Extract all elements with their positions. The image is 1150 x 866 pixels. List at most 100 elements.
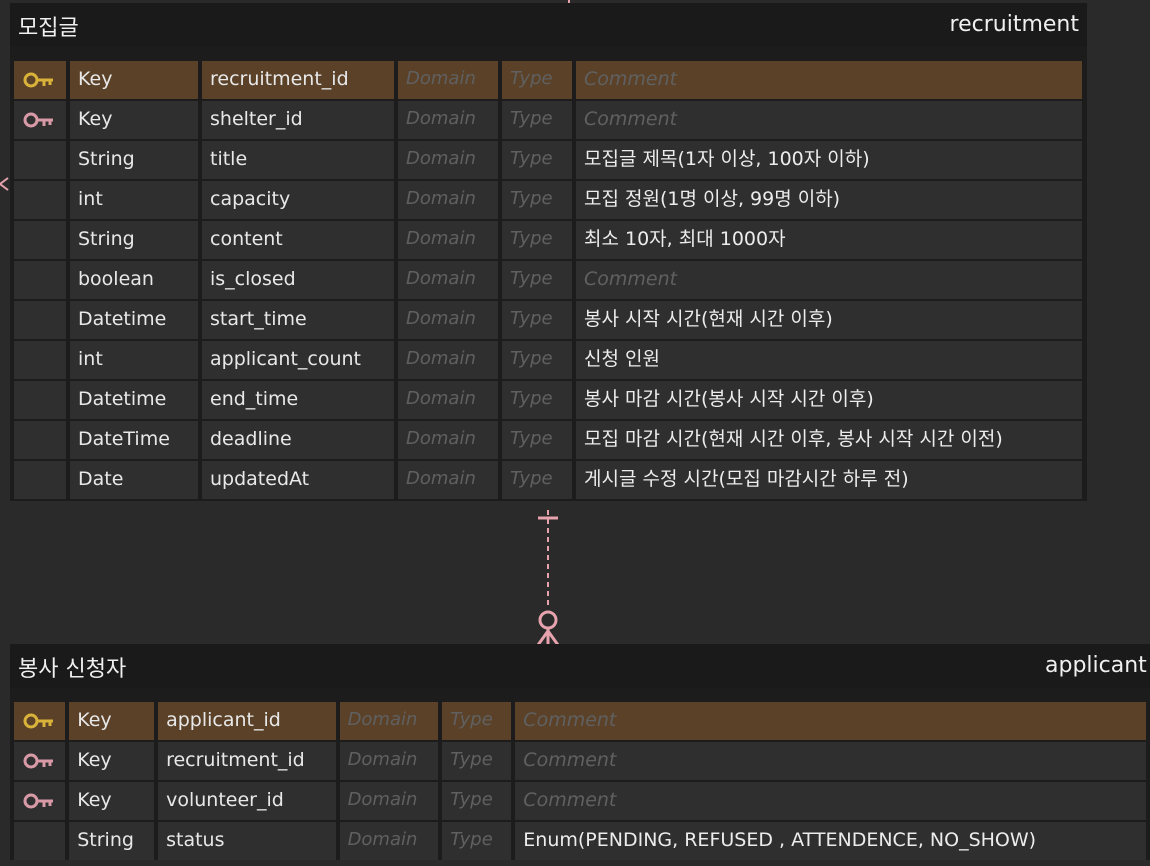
column-row-recruitment_id[interactable]: Key recruitment_id Domain Type Comment bbox=[14, 61, 1083, 99]
column-row-start_time[interactable]: Datetime start_time Domain Type 봉사 시작 시간(현재 … bbox=[14, 301, 1083, 339]
column-kind[interactable]: boolean bbox=[70, 261, 198, 299]
column-datatype[interactable]: Type bbox=[442, 702, 512, 740]
entity-recruitment[interactable]: 모집글 recruitment Key recruitment_id Domain T… bbox=[10, 3, 1087, 501]
column-datatype[interactable]: Type bbox=[502, 61, 572, 99]
column-name[interactable]: applicant_count bbox=[202, 341, 394, 379]
column-row-volunteer_id[interactable]: Key volunteer_id Domain Type Comment bbox=[14, 782, 1146, 820]
column-name[interactable]: capacity bbox=[202, 181, 394, 219]
column-comment[interactable]: Comment bbox=[515, 782, 1146, 820]
column-datatype[interactable]: Type bbox=[442, 822, 512, 860]
column-kind[interactable]: Date bbox=[70, 461, 198, 499]
entity-logical-name: 모집글 bbox=[18, 16, 79, 41]
column-datatype[interactable]: Type bbox=[502, 221, 572, 259]
entity-header[interactable]: 봉사 신청자 applicant bbox=[10, 644, 1150, 688]
column-domain[interactable]: Domain bbox=[398, 341, 498, 379]
column-comment[interactable]: Comment bbox=[576, 61, 1082, 99]
column-kind[interactable]: String bbox=[70, 141, 198, 179]
key-icon-cell bbox=[14, 742, 66, 780]
column-comment[interactable]: Comment bbox=[576, 261, 1082, 299]
column-domain[interactable]: Domain bbox=[339, 702, 439, 740]
column-datatype[interactable]: Type bbox=[502, 301, 572, 339]
column-name[interactable]: end_time bbox=[202, 381, 394, 419]
column-domain[interactable]: Domain bbox=[398, 181, 498, 219]
column-comment[interactable]: Comment bbox=[515, 742, 1146, 780]
column-datatype[interactable]: Type bbox=[442, 782, 512, 820]
column-name[interactable]: recruitment_id bbox=[202, 61, 394, 99]
column-row-content[interactable]: String content Domain Type 최소 10자, 최대 1000자 bbox=[14, 221, 1083, 259]
column-datatype[interactable]: Type bbox=[502, 141, 572, 179]
column-comment[interactable]: 모집 정원(1명 이상, 99명 이하) bbox=[576, 181, 1082, 219]
column-domain[interactable]: Domain bbox=[398, 261, 498, 299]
column-kind[interactable]: int bbox=[70, 341, 198, 379]
column-domain[interactable]: Domain bbox=[398, 221, 498, 259]
column-comment[interactable]: 모집글 제목(1자 이상, 100자 이하) bbox=[576, 141, 1082, 179]
column-name[interactable]: updatedAt bbox=[202, 461, 394, 499]
column-kind[interactable]: Datetime bbox=[70, 301, 198, 339]
column-name[interactable]: content bbox=[202, 221, 394, 259]
column-name[interactable]: start_time bbox=[202, 301, 394, 339]
column-name[interactable]: is_closed bbox=[202, 261, 394, 299]
column-kind[interactable]: Key bbox=[70, 61, 198, 99]
column-domain[interactable]: Domain bbox=[339, 782, 439, 820]
column-name[interactable]: deadline bbox=[202, 421, 394, 459]
column-datatype[interactable]: Type bbox=[502, 181, 572, 219]
column-kind[interactable]: Key bbox=[69, 702, 155, 740]
column-name[interactable]: volunteer_id bbox=[158, 782, 336, 820]
column-domain[interactable]: Domain bbox=[398, 101, 498, 139]
column-comment[interactable]: 봉사 시작 시간(현재 시간 이후) bbox=[576, 301, 1082, 339]
column-datatype[interactable]: Type bbox=[502, 381, 572, 419]
column-kind[interactable]: int bbox=[70, 181, 198, 219]
column-row-recruitment_id[interactable]: Key recruitment_id Domain Type Comment bbox=[14, 742, 1146, 780]
column-kind[interactable]: String bbox=[69, 822, 155, 860]
column-name[interactable]: recruitment_id bbox=[158, 742, 336, 780]
column-comment[interactable]: 신청 인원 bbox=[576, 341, 1082, 379]
column-comment[interactable]: 모집 마감 시간(현재 시간 이후, 봉사 시작 시간 이전) bbox=[576, 421, 1082, 459]
column-kind[interactable]: DateTime bbox=[70, 421, 198, 459]
column-datatype[interactable]: Type bbox=[502, 421, 572, 459]
column-kind[interactable]: Datetime bbox=[70, 381, 198, 419]
column-comment[interactable]: 게시글 수정 시간(모집 마감시간 하루 전) bbox=[576, 461, 1082, 499]
column-domain[interactable]: Domain bbox=[398, 421, 498, 459]
entity-header[interactable]: 모집글 recruitment bbox=[10, 3, 1087, 47]
column-row-is_closed[interactable]: boolean is_closed Domain Type Comment bbox=[14, 261, 1083, 299]
entity-applicant[interactable]: 봉사 신청자 applicant Key applicant_id Domain Ty… bbox=[10, 644, 1150, 860]
column-row-title[interactable]: String title Domain Type 모집글 제목(1자 이상, 100자 … bbox=[14, 141, 1083, 179]
column-row-status[interactable]: String status Domain Type Enum(PENDING, REFU… bbox=[14, 822, 1146, 860]
column-row-end_time[interactable]: Datetime end_time Domain Type 봉사 마감 시간(봉사 시작… bbox=[14, 381, 1083, 419]
column-domain[interactable]: Domain bbox=[398, 381, 498, 419]
column-comment[interactable]: Enum(PENDING, REFUSED , ATTENDENCE, NO_S… bbox=[515, 822, 1146, 860]
column-row-applicant_count[interactable]: int applicant_count Domain Type 신청 인원 bbox=[14, 341, 1083, 379]
column-row-applicant_id[interactable]: Key applicant_id Domain Type Comment bbox=[14, 702, 1146, 740]
column-domain[interactable]: Domain bbox=[339, 822, 439, 860]
column-domain[interactable]: Domain bbox=[339, 742, 439, 780]
column-datatype[interactable]: Type bbox=[442, 742, 512, 780]
column-name[interactable]: applicant_id bbox=[158, 702, 336, 740]
column-row-deadline[interactable]: DateTime deadline Domain Type 모집 마감 시간(현재 시간… bbox=[14, 421, 1083, 459]
column-datatype[interactable]: Type bbox=[502, 341, 572, 379]
column-datatype[interactable]: Type bbox=[502, 461, 572, 499]
column-row-updatedAt[interactable]: Date updatedAt Domain Type 게시글 수정 시간(모집 마감시간… bbox=[14, 461, 1083, 499]
column-comment[interactable]: Comment bbox=[576, 101, 1082, 139]
column-name[interactable]: shelter_id bbox=[202, 101, 394, 139]
column-kind[interactable]: Key bbox=[69, 782, 155, 820]
key-icon-cell bbox=[14, 822, 66, 860]
column-comment[interactable]: Comment bbox=[515, 702, 1146, 740]
column-kind[interactable]: Key bbox=[69, 742, 155, 780]
column-name[interactable]: status bbox=[158, 822, 336, 860]
column-kind[interactable]: Key bbox=[70, 101, 198, 139]
column-domain[interactable]: Domain bbox=[398, 461, 498, 499]
column-datatype[interactable]: Type bbox=[502, 261, 572, 299]
column-comment[interactable]: 봉사 마감 시간(봉사 시작 시간 이후) bbox=[576, 381, 1082, 419]
column-datatype[interactable]: Type bbox=[502, 101, 572, 139]
key-icon-cell bbox=[14, 301, 66, 339]
column-row-shelter_id[interactable]: Key shelter_id Domain Type Comment bbox=[14, 101, 1083, 139]
column-domain[interactable]: Domain bbox=[398, 61, 498, 99]
column-domain[interactable]: Domain bbox=[398, 141, 498, 179]
key-icon-cell bbox=[14, 421, 66, 459]
column-domain[interactable]: Domain bbox=[398, 301, 498, 339]
column-name[interactable]: title bbox=[202, 141, 394, 179]
column-row-capacity[interactable]: int capacity Domain Type 모집 정원(1명 이상, 99명 이하… bbox=[14, 181, 1083, 219]
column-comment[interactable]: 최소 10자, 최대 1000자 bbox=[576, 221, 1082, 259]
column-kind[interactable]: String bbox=[70, 221, 198, 259]
relation-recruitment-applicant[interactable] bbox=[530, 500, 566, 646]
